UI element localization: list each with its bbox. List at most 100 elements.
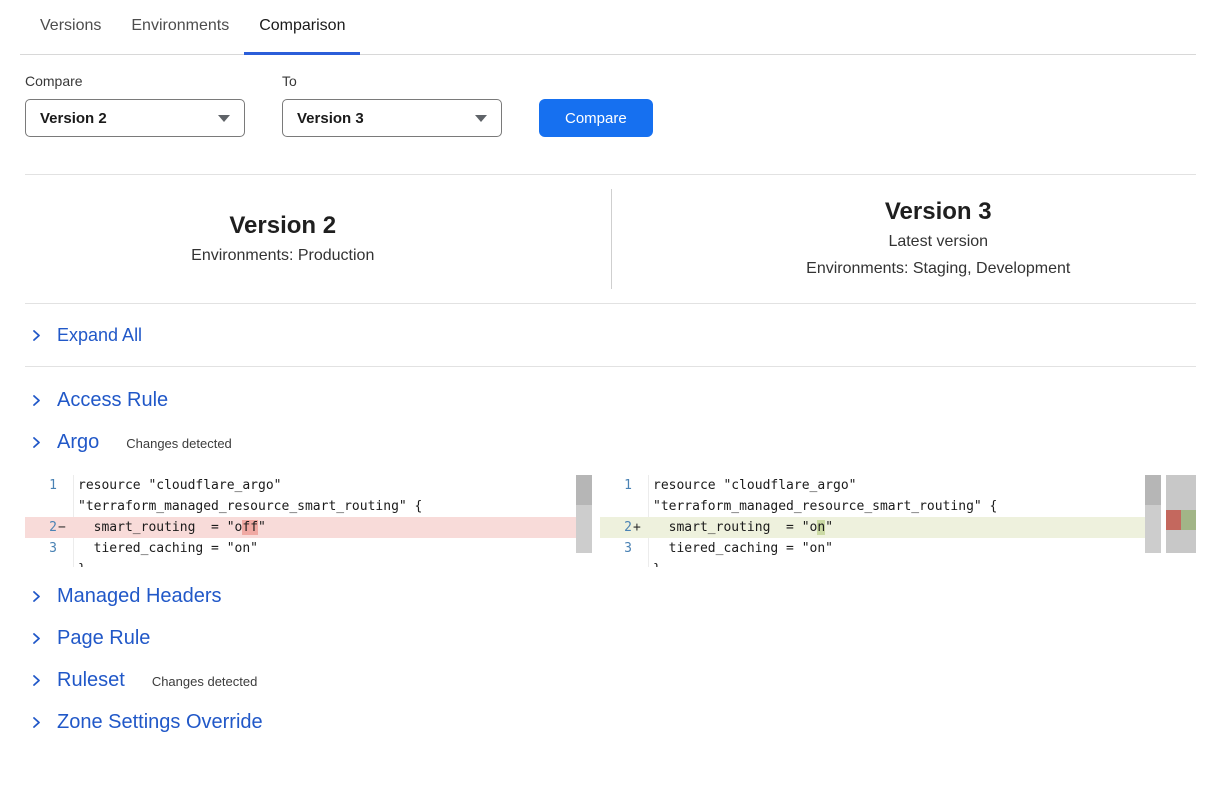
to-label: To: [282, 73, 502, 89]
code-text: resource "cloudflare_argo": [648, 475, 1145, 496]
section-row-access-rule[interactable]: Access Rule: [25, 379, 1196, 421]
line-number: [25, 559, 57, 567]
line-gutter: 1: [25, 475, 73, 496]
compare-from-group: Compare Version 2: [25, 73, 245, 137]
compare-to-select[interactable]: Version 3: [282, 99, 502, 137]
version-right-environments: Environments: Staging, Development: [806, 255, 1070, 282]
code-text: "terraform_managed_resource_smart_routin…: [648, 496, 1145, 517]
line-gutter: [600, 496, 648, 517]
line-gutter: [25, 559, 73, 567]
changed-word: ff: [242, 520, 258, 535]
diff-line: 1 resource "cloudflare_argo": [25, 475, 576, 496]
chevron-right-icon: [30, 590, 43, 603]
line-number: 1: [25, 475, 57, 496]
diff-line: }: [25, 559, 576, 567]
line-marker: [632, 538, 644, 559]
code-text: "terraform_managed_resource_smart_routin…: [73, 496, 576, 517]
addition-marker: +: [632, 517, 644, 538]
changes-detected-badge: Changes detected: [152, 671, 258, 689]
changes-detected-badge: Changes detected: [126, 433, 232, 451]
chevron-right-icon: [30, 716, 43, 729]
line-gutter: 3: [600, 538, 648, 559]
section-label: Managed Headers: [57, 584, 222, 608]
vertical-scrollbar[interactable]: [576, 475, 592, 553]
line-gutter: [25, 496, 73, 517]
code-text: resource "cloudflare_argo": [73, 475, 576, 496]
chevron-down-icon: [218, 115, 230, 122]
line-number: [600, 496, 632, 517]
version-left-title: Version 2: [229, 210, 336, 242]
diff-line: "terraform_managed_resource_smart_routin…: [600, 496, 1145, 517]
section-row-page-rule[interactable]: Page Rule: [25, 617, 1196, 659]
compare-button[interactable]: Compare: [539, 99, 653, 137]
diff-line: "terraform_managed_resource_smart_routin…: [25, 496, 576, 517]
line-number: 2: [25, 517, 57, 538]
code-area-right[interactable]: 1 resource "cloudflare_argo""terraform_ma…: [600, 475, 1145, 567]
tab-comparison[interactable]: Comparison: [244, 0, 360, 55]
chevron-right-icon: [30, 674, 43, 687]
code-text: }: [73, 559, 576, 567]
diff-line: 3 tiered_caching = "on": [600, 538, 1145, 559]
expand-all-row[interactable]: Expand All: [25, 303, 1196, 367]
code-text: tiered_caching = "on": [648, 538, 1145, 559]
compare-to-value: Version 3: [297, 110, 364, 127]
scrollbar-thumb[interactable]: [1145, 475, 1161, 505]
compare-to-group: To Version 3: [282, 73, 502, 137]
line-marker: [632, 475, 644, 496]
line-gutter: [600, 559, 648, 567]
line-gutter: 2−: [25, 517, 73, 538]
line-gutter: 2+: [600, 517, 648, 538]
line-gutter: 1: [600, 475, 648, 496]
line-marker: [57, 559, 69, 567]
diff-overview-gutter[interactable]: [1166, 475, 1196, 553]
line-number: 1: [600, 475, 632, 496]
line-marker: [632, 496, 644, 517]
diff-panel-left: 1 resource "cloudflare_argo""terraform_ma…: [25, 475, 592, 567]
code-area-left[interactable]: 1 resource "cloudflare_argo""terraform_ma…: [25, 475, 576, 567]
code-text: tiered_caching = "on": [73, 538, 576, 559]
section-row-ruleset[interactable]: Ruleset Changes detected: [25, 659, 1196, 701]
compare-from-select[interactable]: Version 2: [25, 99, 245, 137]
section-row-zone-settings-override[interactable]: Zone Settings Override: [25, 701, 1196, 743]
chevron-right-icon: [30, 632, 43, 645]
diff-viewer: 1resource "cloudflare_argo""terraform_ma…: [25, 475, 1196, 567]
version-header-left: Version 2 Environments: Production: [25, 210, 611, 269]
version-left-environments: Environments: Production: [191, 242, 374, 269]
line-number: [600, 559, 632, 567]
version-right-latest: Latest version: [888, 228, 988, 255]
version-right-title: Version 3: [885, 196, 992, 228]
compare-from-value: Version 2: [40, 110, 107, 127]
compare-label: Compare: [25, 73, 245, 89]
diff-panel-right: 1 resource "cloudflare_argo""terraform_ma…: [600, 475, 1196, 567]
section-label: Ruleset: [57, 668, 125, 692]
line-number: 2: [600, 517, 632, 538]
vertical-divider: [611, 189, 612, 289]
line-number: 3: [25, 538, 57, 559]
code-text: smart_routing = "off": [73, 517, 576, 538]
section-row-managed-headers[interactable]: Managed Headers: [25, 575, 1196, 617]
compare-controls: Compare Version 2 To Version 3 Compare: [0, 55, 1224, 137]
section-label: Page Rule: [57, 626, 150, 650]
section-label: Zone Settings Override: [57, 710, 263, 734]
section-row-argo[interactable]: ArgoChanges detected: [25, 421, 1196, 463]
chevron-right-icon: [30, 329, 43, 342]
tab-bar: VersionsEnvironmentsComparison: [20, 0, 1196, 55]
line-marker: [632, 559, 644, 567]
vertical-scrollbar[interactable]: [1145, 475, 1161, 553]
overview-addition-mark: [1181, 510, 1196, 530]
diff-line: }: [600, 559, 1145, 567]
tab-environments[interactable]: Environments: [116, 0, 244, 55]
line-marker: [57, 475, 69, 496]
diff-line: 2+ smart_routing = "on": [600, 517, 1145, 538]
line-number: [25, 496, 57, 517]
scrollbar-thumb[interactable]: [576, 475, 592, 505]
line-number: 3: [600, 538, 632, 559]
chevron-right-icon: [30, 436, 43, 449]
expand-all-label: Expand All: [57, 325, 142, 346]
version-headers: Version 2 Environments: Production Versi…: [25, 175, 1196, 303]
line-marker: [57, 496, 69, 517]
overview-deletion-mark: [1166, 510, 1181, 530]
tab-versions[interactable]: Versions: [25, 0, 116, 55]
section-label: Access Rule: [57, 388, 168, 412]
deletion-marker: −: [57, 517, 69, 538]
